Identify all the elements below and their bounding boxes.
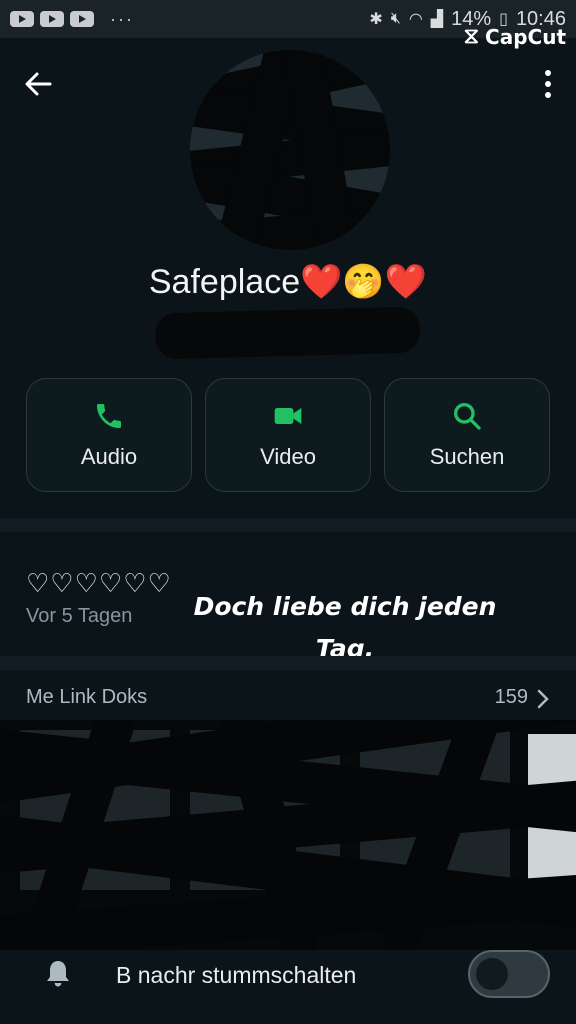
- mute-notifications-row[interactable]: B nachr stummschalten: [0, 940, 576, 1010]
- bluetooth-icon: ✱: [369, 11, 383, 28]
- more-notifications-icon: ···: [110, 8, 134, 29]
- toggle-knob: [476, 958, 508, 990]
- back-arrow-icon[interactable]: [22, 68, 54, 100]
- mute-notifications-toggle[interactable]: [468, 950, 550, 998]
- chevron-right-icon: [537, 689, 549, 709]
- about-timestamp: Vor 5 Tagen: [26, 605, 133, 627]
- signal-icon: ▟: [430, 11, 444, 28]
- search-label: Suchen: [429, 444, 505, 469]
- youtube-notification-icon: [40, 11, 64, 27]
- more-options-icon[interactable]: [544, 68, 552, 100]
- caption-line-1: Doch liebe dich jeden: [193, 592, 497, 621]
- bell-icon: [47, 961, 69, 987]
- video-label: Video: [260, 444, 316, 469]
- capcut-logo-icon: ⧖: [463, 24, 480, 49]
- media-count: 159: [494, 686, 528, 708]
- search-button[interactable]: Suchen: [384, 378, 550, 492]
- mute-icon: 🔇︎: [390, 10, 401, 27]
- audio-call-button[interactable]: Audio: [26, 378, 192, 492]
- youtube-notification-icon: [70, 11, 94, 27]
- about-status: ♡♡♡♡♡♡: [26, 568, 172, 598]
- action-buttons: Audio Video Suchen: [26, 378, 550, 492]
- section-divider: [0, 518, 576, 532]
- contact-name: Safeplace❤️🤭❤️: [148, 263, 428, 301]
- audio-label: Audio: [80, 444, 138, 469]
- search-icon: [454, 403, 481, 430]
- capcut-watermark: ⧖ CapCut: [464, 24, 566, 49]
- wifi-icon: ◠: [408, 11, 423, 28]
- capcut-text: CapCut: [485, 24, 566, 49]
- about-section[interactable]: ♡♡♡♡♡♡ Vor 5 Tagen: [26, 568, 172, 628]
- video-call-button[interactable]: Video: [205, 378, 371, 492]
- redacted-subtitle: [154, 306, 421, 360]
- media-thumbnails[interactable]: [0, 720, 576, 950]
- media-links-docs-header[interactable]: Me Link Doks 159: [26, 686, 550, 716]
- video-camera-icon: [274, 408, 302, 424]
- notification-icons: ···: [10, 9, 134, 30]
- section-divider: [0, 656, 576, 670]
- youtube-notification-icon: [10, 11, 34, 27]
- profile-avatar[interactable]: [190, 50, 390, 250]
- phone-icon: [97, 404, 121, 428]
- media-links-docs-label: Me Link Doks: [26, 686, 148, 708]
- mute-notifications-label: B nachr stummschalten: [116, 962, 357, 988]
